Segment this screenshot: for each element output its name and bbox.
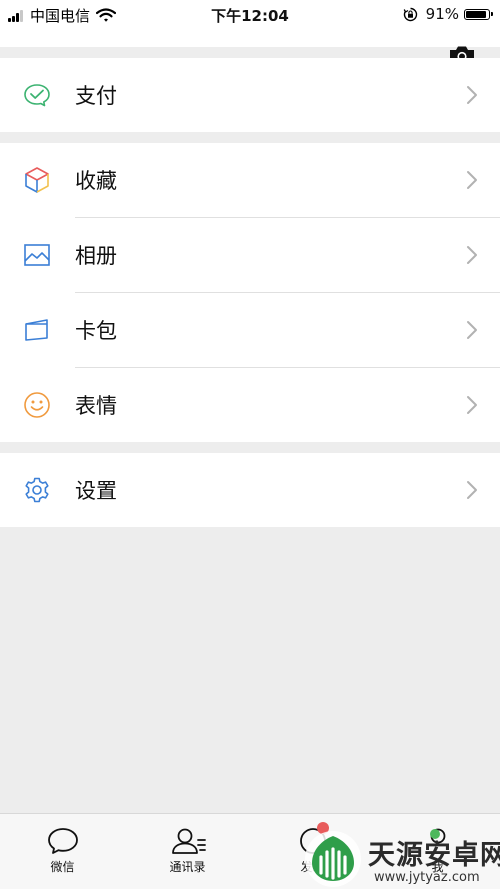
menu-item-album[interactable]: 相册 <box>0 218 500 292</box>
menu-item-label: 卡包 <box>75 319 117 343</box>
menu-item-settings[interactable]: 设置 <box>0 453 500 527</box>
sticker-smiley-icon <box>22 390 52 420</box>
menu-item-card-wallet[interactable]: 卡包 <box>0 293 500 367</box>
site-watermark: 天源安卓网 www.jytyaz.com <box>300 830 500 889</box>
favorites-cube-icon <box>22 165 52 195</box>
battery-icon <box>464 8 493 20</box>
album-picture-icon <box>22 240 52 270</box>
menu-item-stickers[interactable]: 表情 <box>0 368 500 442</box>
settings-group-settings: 设置 <box>0 453 500 527</box>
tab-chats[interactable]: 微信 <box>0 814 125 889</box>
menu-item-favorites[interactable]: 收藏 <box>0 143 500 217</box>
settings-group-main: 收藏 相册 卡包 表情 <box>0 143 500 442</box>
tab-label: 微信 <box>50 860 75 874</box>
me-header-strip <box>0 30 500 47</box>
menu-item-label: 支付 <box>75 84 117 108</box>
card-wallet-icon <box>22 315 52 345</box>
contacts-icon <box>171 828 206 854</box>
wechat-pay-icon <box>22 80 52 110</box>
status-bar: 中国电信 下午12:04 91% <box>0 0 500 30</box>
chat-bubble-icon <box>47 828 78 854</box>
menu-item-pay[interactable]: 支付 <box>0 58 500 132</box>
settings-group-pay: 支付 <box>0 58 500 132</box>
menu-item-label: 收藏 <box>75 169 117 193</box>
chevron-right-icon <box>467 481 477 499</box>
chevron-right-icon <box>467 396 477 414</box>
tab-label: 通讯录 <box>169 860 206 874</box>
rotation-lock-icon <box>403 7 417 21</box>
menu-item-label: 表情 <box>75 394 117 418</box>
chevron-right-icon <box>467 321 477 339</box>
watermark-title: 天源安卓网 <box>368 840 500 871</box>
chevron-right-icon <box>467 246 477 264</box>
settings-gear-icon <box>22 475 52 505</box>
chevron-right-icon <box>467 86 477 104</box>
chevron-right-icon <box>467 171 477 189</box>
battery-percentage: 91% <box>425 5 459 23</box>
watermark-url: www.jytyaz.com <box>374 870 480 885</box>
menu-item-label: 设置 <box>75 479 117 503</box>
menu-item-label: 相册 <box>75 244 117 268</box>
tab-contacts[interactable]: 通讯录 <box>125 814 250 889</box>
watermark-logo-icon <box>305 831 361 887</box>
